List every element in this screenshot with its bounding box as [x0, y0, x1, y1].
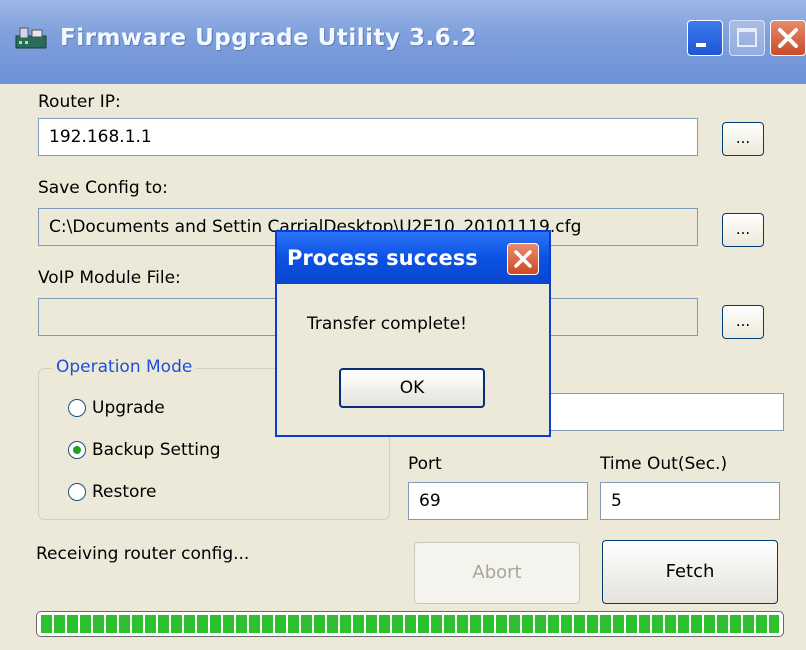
- save-config-browse-button[interactable]: ...: [722, 213, 764, 247]
- title-bar[interactable]: Firmware Upgrade Utility 3.6.2: [0, 0, 806, 84]
- status-text: Receiving router config...: [36, 544, 250, 564]
- dialog-title: Process success: [287, 246, 478, 270]
- fetch-button[interactable]: Fetch: [602, 540, 778, 604]
- ok-button[interactable]: OK: [339, 368, 485, 408]
- dialog-close-button[interactable]: [507, 243, 539, 275]
- radio-circle: [68, 483, 86, 501]
- progress-fill: [41, 615, 779, 633]
- dialog-message: Transfer complete!: [307, 314, 467, 334]
- router-ip-browse-button[interactable]: ...: [722, 122, 764, 156]
- maximize-button: [729, 20, 765, 56]
- radio-circle: [68, 441, 86, 459]
- radio-label: Backup Setting: [92, 440, 221, 460]
- dialog-title-bar[interactable]: Process success: [277, 232, 549, 284]
- timeout-input[interactable]: 5: [600, 482, 780, 520]
- port-label: Port: [408, 454, 442, 474]
- minimize-icon: [696, 43, 706, 47]
- radio-circle: [68, 399, 86, 417]
- process-success-dialog: Process success Transfer complete! OK: [275, 230, 551, 437]
- radio-selected-dot: [73, 446, 81, 454]
- progress-bar: [36, 611, 784, 637]
- radio-label: Upgrade: [92, 398, 165, 418]
- close-icon: [778, 28, 798, 48]
- app-icon: [15, 27, 47, 49]
- voip-module-label: VoIP Module File:: [38, 268, 181, 288]
- radio-upgrade[interactable]: Upgrade: [68, 398, 165, 418]
- close-button[interactable]: [770, 20, 806, 56]
- router-ip-input[interactable]: 192.168.1.1: [38, 118, 698, 156]
- abort-button[interactable]: Abort: [414, 542, 580, 604]
- timeout-label: Time Out(Sec.): [600, 454, 728, 474]
- save-config-label: Save Config to:: [38, 178, 168, 198]
- app-window: Firmware Upgrade Utility 3.6.2 Router IP…: [0, 0, 806, 650]
- radio-backup-setting[interactable]: Backup Setting: [68, 440, 221, 460]
- minimize-button[interactable]: [687, 20, 723, 56]
- operation-mode-legend: Operation Mode: [52, 357, 197, 377]
- close-icon: [514, 250, 532, 268]
- port-input[interactable]: 69: [408, 482, 588, 520]
- window-title: Firmware Upgrade Utility 3.6.2: [60, 25, 477, 51]
- router-ip-label: Router IP:: [38, 92, 121, 112]
- radio-label: Restore: [92, 482, 157, 502]
- radio-restore[interactable]: Restore: [68, 482, 157, 502]
- voip-module-browse-button[interactable]: ...: [722, 305, 764, 339]
- maximize-icon: [737, 28, 757, 47]
